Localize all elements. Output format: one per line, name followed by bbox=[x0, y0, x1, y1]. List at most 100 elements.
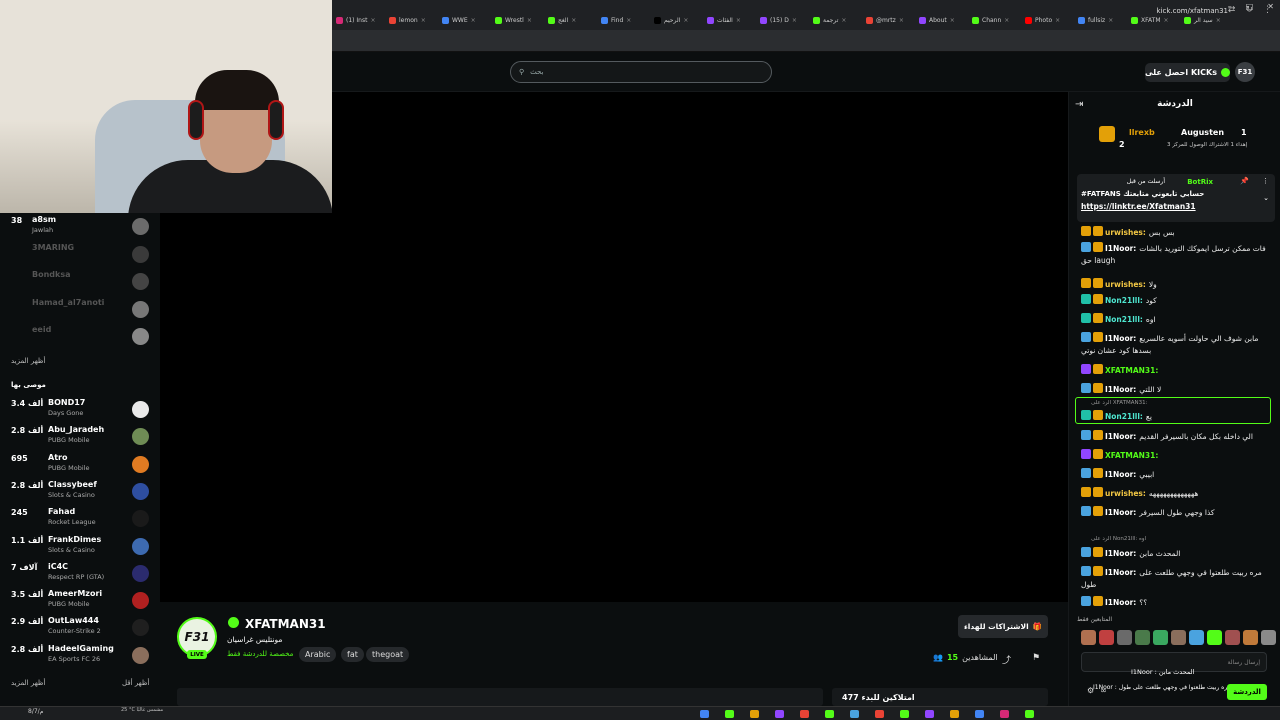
sidebar-channel[interactable]: Bondksa bbox=[0, 270, 160, 297]
taskbar-app-icon[interactable] bbox=[800, 710, 809, 718]
tab-close-icon[interactable]: × bbox=[626, 17, 631, 24]
sidebar-recommended-channel[interactable]: 7 آلاف iC4C Respect RP (GTA) bbox=[0, 562, 160, 589]
pinned-more-icon[interactable]: ⋮ bbox=[1262, 177, 1269, 185]
taskbar-app-icon[interactable] bbox=[900, 710, 909, 718]
menu-icon[interactable]: ⋮ bbox=[1263, 5, 1272, 15]
browser-tab[interactable]: Wrestl × bbox=[495, 13, 545, 27]
sidebar-recommended-channel[interactable]: 245 Fahad Rocket League bbox=[0, 507, 160, 534]
taskbar-app-icon[interactable] bbox=[775, 710, 784, 718]
browser-tab[interactable]: About × bbox=[919, 13, 969, 27]
channel-name[interactable]: XFATMAN31 bbox=[245, 617, 326, 631]
tab-close-icon[interactable]: × bbox=[950, 17, 955, 24]
taskbar-app-icon[interactable] bbox=[925, 710, 934, 718]
tab-close-icon[interactable]: × bbox=[683, 17, 688, 24]
taskbar-app-icon[interactable] bbox=[975, 710, 984, 718]
browser-tab[interactable]: lemon × bbox=[389, 13, 439, 27]
search-input[interactable]: ⚲ بحث bbox=[510, 61, 772, 83]
clips-bar[interactable]: امتلاكين للبدء 477 bbox=[832, 688, 1048, 706]
chat-username[interactable]: urwishes: bbox=[1105, 280, 1146, 289]
settings-icon[interactable]: ⚙ bbox=[1087, 686, 1094, 695]
sidebar-recommended-channel[interactable]: 1.1 ألف FrankDimes Slots & Casino bbox=[0, 535, 160, 562]
browser-tab[interactable]: Photo × bbox=[1025, 13, 1075, 27]
show-more-link[interactable]: أظهر المزيد bbox=[11, 679, 45, 687]
sidebar-recommended-channel[interactable]: 2.8 ألف HadeelGaming EA Sports FC 26 bbox=[0, 644, 160, 671]
chat-username[interactable]: I1Noor: bbox=[1105, 549, 1136, 558]
tab-close-icon[interactable]: × bbox=[1164, 17, 1169, 24]
sidebar-channel[interactable]: Hamad_al7anoti bbox=[0, 298, 160, 325]
emote-icon[interactable] bbox=[1207, 630, 1222, 645]
chat-username[interactable]: XFATMAN31: bbox=[1105, 451, 1158, 460]
chat-username[interactable]: urwishes: bbox=[1105, 228, 1146, 237]
taskbar-app-icon[interactable] bbox=[750, 710, 759, 718]
chat-username[interactable]: I1Noor: bbox=[1105, 568, 1136, 577]
browser-tab[interactable]: (1) Inst × bbox=[336, 13, 386, 27]
tab-close-icon[interactable]: × bbox=[1004, 17, 1009, 24]
tab-close-icon[interactable]: × bbox=[527, 17, 532, 24]
chat-username[interactable]: I1Noor: bbox=[1105, 470, 1136, 479]
chat-username[interactable]: I1Noor: bbox=[1105, 432, 1136, 441]
sidebar-recommended-channel[interactable]: 2.8 ألف Abu_Jaradeh PUBG Mobile bbox=[0, 425, 160, 452]
chat-username[interactable]: Non21lll: bbox=[1105, 315, 1143, 324]
tab-close-icon[interactable]: × bbox=[571, 17, 576, 24]
tag-arabic[interactable]: Arabic bbox=[299, 647, 337, 662]
chat-username[interactable]: urwishes: bbox=[1105, 489, 1146, 498]
emote-icon[interactable] bbox=[1171, 630, 1186, 645]
chat-username[interactable]: XFATMAN31: bbox=[1105, 366, 1158, 375]
emote-icon[interactable] bbox=[1135, 630, 1150, 645]
browser-tab[interactable]: (15) D × bbox=[760, 13, 810, 27]
chat-username[interactable]: I1Noor: bbox=[1105, 508, 1136, 517]
browser-tab[interactable]: WWE × bbox=[442, 13, 492, 27]
tab-close-icon[interactable]: × bbox=[899, 17, 904, 24]
taskbar-app-icon[interactable] bbox=[1025, 710, 1034, 718]
chat-username[interactable]: I1Noor: bbox=[1105, 244, 1136, 253]
show-more-link[interactable]: أظهر المزيد bbox=[11, 357, 45, 365]
emote-icon[interactable] bbox=[1261, 630, 1276, 645]
emote-icon[interactable] bbox=[1189, 630, 1204, 645]
reload-icon[interactable]: ↻ bbox=[1245, 5, 1253, 15]
chat-username[interactable]: I1Noor: bbox=[1105, 598, 1136, 607]
browser-tab[interactable]: fullsiz × bbox=[1078, 13, 1128, 27]
taskbar-app-icon[interactable] bbox=[1000, 710, 1009, 718]
browser-tab[interactable]: Find × bbox=[601, 13, 651, 27]
browser-tab[interactable]: سيد الر × bbox=[1184, 13, 1234, 27]
url-text[interactable]: kick.com/xfatman31 bbox=[1156, 7, 1228, 15]
taskbar-app-icon[interactable] bbox=[850, 710, 859, 718]
stream-category[interactable]: مخصصة للدردشة فقط bbox=[227, 650, 293, 658]
browser-tab[interactable]: @mrtz × bbox=[866, 13, 916, 27]
pinned-link[interactable]: https://linktr.ee/Xfatman31 bbox=[1081, 202, 1196, 211]
tag-thegoat[interactable]: thegoat bbox=[366, 647, 410, 662]
browser-tab[interactable]: الفئات × bbox=[707, 13, 757, 27]
pin-icon[interactable]: 📌 bbox=[1240, 177, 1249, 185]
chat-username[interactable]: I1Noor: bbox=[1105, 385, 1136, 394]
leader-2-name[interactable]: llrexb bbox=[1129, 128, 1155, 137]
sidebar-channel[interactable]: eeid bbox=[0, 325, 160, 352]
tab-close-icon[interactable]: × bbox=[1055, 17, 1060, 24]
leader-1-name[interactable]: Augusten bbox=[1181, 128, 1224, 137]
sidebar-recommended-channel[interactable]: 3.5 ألف AmeerMzori PUBG Mobile bbox=[0, 589, 160, 616]
pinned-expand-icon[interactable]: ⌄ bbox=[1263, 194, 1269, 202]
gift-subs-button[interactable]: الاشتراكات للهداء 🎁 bbox=[958, 615, 1048, 638]
browser-tab[interactable]: الغج × bbox=[548, 13, 598, 27]
sidebar-recommended-channel[interactable]: 3.4 ألف BOND17 Days Gone bbox=[0, 398, 160, 425]
chat-username[interactable]: Non21lll: bbox=[1105, 412, 1143, 421]
sidebar-recommended-channel[interactable]: 695 Atro PUBG Mobile bbox=[0, 453, 160, 480]
show-less-link[interactable]: أظهر أقل bbox=[122, 679, 149, 687]
taskbar-app-icon[interactable] bbox=[825, 710, 834, 718]
taskbar-app-icon[interactable] bbox=[950, 710, 959, 718]
pinned-author[interactable]: BotRix bbox=[1187, 178, 1213, 186]
sidebar-recommended-channel[interactable]: 2.9 ألف OutLaw444 Counter-Strike 2 bbox=[0, 616, 160, 643]
tab-close-icon[interactable]: × bbox=[736, 17, 741, 24]
taskbar-app-icon[interactable] bbox=[725, 710, 734, 718]
extensions-icon[interactable]: ⇄ bbox=[1228, 5, 1236, 15]
send-chat-button[interactable]: الدردشة bbox=[1227, 684, 1267, 700]
report-flag-icon[interactable]: ⚑ bbox=[1032, 653, 1040, 663]
tab-close-icon[interactable]: × bbox=[370, 17, 375, 24]
tab-close-icon[interactable]: × bbox=[841, 17, 846, 24]
user-avatar[interactable]: F31 bbox=[1235, 62, 1255, 82]
share-icon[interactable]: ⤴ bbox=[1002, 653, 1011, 666]
browser-tab[interactable]: ترجمة × bbox=[813, 13, 863, 27]
tag-fat[interactable]: fat bbox=[341, 647, 364, 662]
tab-close-icon[interactable]: × bbox=[1216, 17, 1221, 24]
browser-tab[interactable]: الرحيم × bbox=[654, 13, 704, 27]
tab-close-icon[interactable]: × bbox=[792, 17, 797, 24]
